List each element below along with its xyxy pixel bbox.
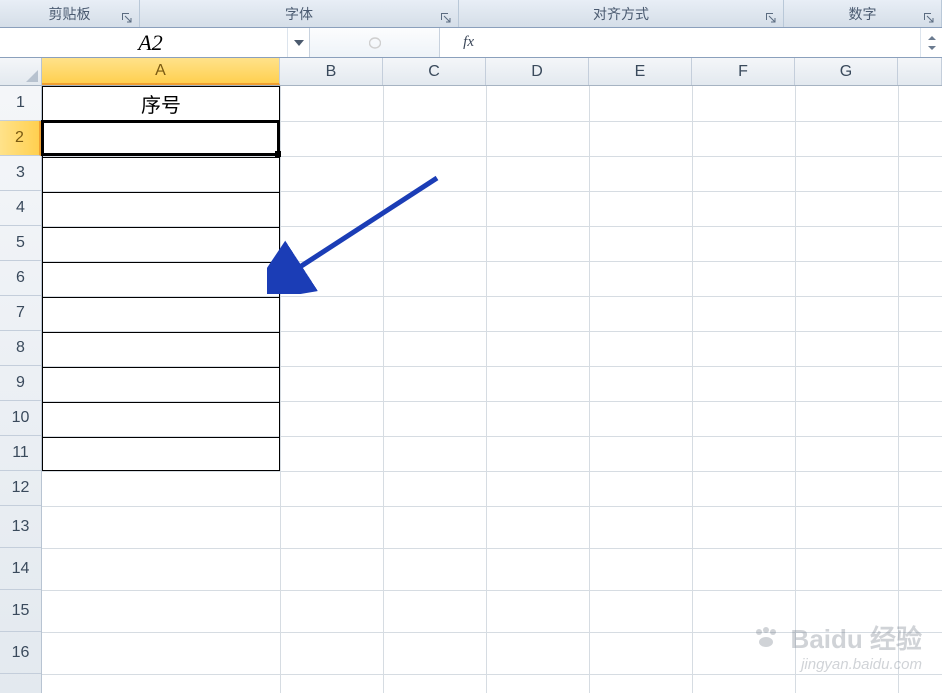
row-header-9[interactable]: 9 bbox=[0, 366, 41, 401]
gridline bbox=[692, 86, 693, 693]
gridline bbox=[589, 86, 590, 693]
watermark-text: Baidu 经验 bbox=[791, 624, 922, 654]
row-header-14[interactable]: 14 bbox=[0, 548, 41, 590]
formula-expand-icon[interactable] bbox=[920, 28, 942, 57]
dialog-launcher-icon[interactable] bbox=[765, 11, 777, 23]
row-header-16[interactable]: 16 bbox=[0, 632, 41, 674]
row-header-6[interactable]: 6 bbox=[0, 261, 41, 296]
row-header-15[interactable]: 15 bbox=[0, 590, 41, 632]
row-header-7[interactable]: 7 bbox=[0, 296, 41, 331]
ribbon-group-row: 剪贴板 字体 对齐方式 数字 bbox=[0, 0, 942, 28]
dialog-launcher-icon[interactable] bbox=[440, 11, 452, 23]
row-header-8[interactable]: 8 bbox=[0, 331, 41, 366]
row-header-10[interactable]: 10 bbox=[0, 401, 41, 436]
formula-input[interactable] bbox=[480, 28, 920, 57]
dialog-launcher-icon[interactable] bbox=[121, 11, 133, 23]
gridline bbox=[42, 674, 942, 675]
formula-bar: A2 fx bbox=[0, 28, 942, 58]
ribbon-group-number: 数字 bbox=[784, 0, 942, 27]
fx-label[interactable]: fx bbox=[440, 28, 480, 57]
row-header-1[interactable]: 1 bbox=[0, 86, 41, 121]
column-header-extra[interactable] bbox=[898, 58, 942, 85]
ribbon-group-alignment: 对齐方式 bbox=[459, 0, 784, 27]
select-all-corner[interactable] bbox=[0, 58, 42, 86]
cancel-icon bbox=[366, 34, 384, 52]
ribbon-group-label: 剪贴板 bbox=[49, 4, 91, 24]
gridline bbox=[42, 590, 942, 591]
row-headers: 1 2 3 4 5 6 7 8 9 10 11 12 13 14 15 16 bbox=[0, 86, 42, 693]
spreadsheet-grid[interactable]: A B C D E F G 1 2 3 4 5 6 7 8 9 10 11 12… bbox=[0, 58, 942, 693]
ribbon-group-label: 字体 bbox=[285, 4, 313, 24]
dialog-launcher-icon[interactable] bbox=[923, 11, 935, 23]
column-headers: A B C D E F G bbox=[42, 58, 942, 86]
row-header-11[interactable]: 11 bbox=[0, 436, 41, 471]
gridline bbox=[280, 86, 281, 693]
column-header-e[interactable]: E bbox=[589, 58, 692, 85]
column-header-d[interactable]: D bbox=[486, 58, 589, 85]
gridline bbox=[795, 86, 796, 693]
column-header-f[interactable]: F bbox=[692, 58, 795, 85]
column-header-b[interactable]: B bbox=[280, 58, 383, 85]
gridline bbox=[486, 86, 487, 693]
watermark: Baidu 经验 jingyan.baidu.com bbox=[753, 619, 922, 673]
row-header-5[interactable]: 5 bbox=[0, 226, 41, 261]
cell-a1[interactable]: 序号 bbox=[42, 86, 280, 121]
row-header-3[interactable]: 3 bbox=[0, 156, 41, 191]
watermark-line1: Baidu 经验 bbox=[753, 619, 922, 656]
name-box-container: A2 bbox=[0, 28, 310, 57]
gridline bbox=[383, 86, 384, 693]
gridline bbox=[42, 548, 942, 549]
ribbon-group-font: 字体 bbox=[140, 0, 459, 27]
ribbon-group-label: 对齐方式 bbox=[593, 4, 649, 24]
row-header-13[interactable]: 13 bbox=[0, 506, 41, 548]
row-header-4[interactable]: 4 bbox=[0, 191, 41, 226]
watermark-line2: jingyan.baidu.com bbox=[753, 656, 922, 673]
gridline bbox=[898, 86, 899, 693]
cells-area[interactable]: 序号 bbox=[42, 86, 942, 693]
paw-icon bbox=[753, 624, 779, 655]
ribbon-group-label: 数字 bbox=[849, 4, 877, 24]
name-box-dropdown[interactable] bbox=[287, 28, 309, 57]
name-box[interactable]: A2 bbox=[0, 30, 287, 56]
column-header-c[interactable]: C bbox=[383, 58, 486, 85]
ribbon-group-clipboard: 剪贴板 bbox=[0, 0, 140, 27]
row-header-12[interactable]: 12 bbox=[0, 471, 41, 506]
gridline bbox=[42, 506, 942, 507]
gridline bbox=[42, 471, 942, 472]
annotation-arrow-icon bbox=[267, 174, 467, 294]
bordered-range bbox=[42, 86, 280, 471]
column-header-a[interactable]: A bbox=[42, 58, 280, 85]
formula-bar-buttons bbox=[310, 28, 440, 57]
column-header-g[interactable]: G bbox=[795, 58, 898, 85]
row-header-2[interactable]: 2 bbox=[0, 121, 41, 156]
